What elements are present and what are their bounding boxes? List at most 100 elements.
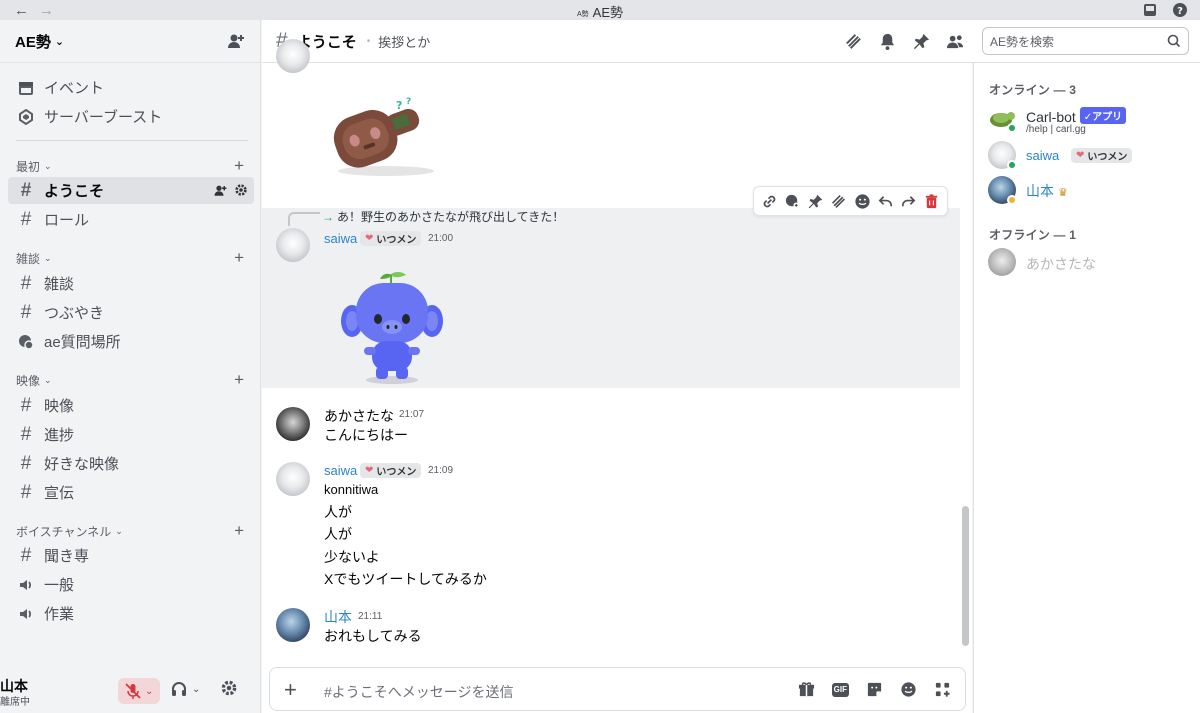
hash-icon: # (20, 272, 32, 294)
member-item[interactable]: あかさたな (988, 248, 1188, 278)
sidebar-item-events[interactable]: イベント (8, 74, 254, 101)
online-status-icon (1007, 160, 1017, 170)
crown-icon: ♛ (1058, 187, 1068, 199)
member-item[interactable]: saiwa ❤ いつメン (988, 141, 1188, 171)
message-author[interactable]: saiwa (324, 463, 357, 478)
forum-icon (16, 334, 36, 350)
emoji-reaction-icon[interactable] (854, 193, 871, 210)
members-icon[interactable] (946, 32, 965, 51)
sidebar-item-channel-progress[interactable]: # 進捗 (8, 421, 254, 448)
help-icon[interactable]: ? (1172, 2, 1188, 18)
forward-icon[interactable] (900, 193, 917, 210)
emoji-icon[interactable] (900, 681, 917, 698)
headphones-icon (172, 682, 186, 696)
svg-text:?: ? (396, 99, 402, 112)
message-text: 人が (324, 526, 352, 542)
scrollbar[interactable] (962, 506, 969, 646)
search-icon (1167, 34, 1181, 48)
category-first[interactable]: 最初 ⌄ + (16, 156, 248, 176)
threads-icon[interactable] (830, 193, 847, 210)
gift-icon[interactable] (798, 681, 815, 698)
message-timestamp: 21:07 (399, 409, 425, 420)
server-sidebar: AE勢 ⌄ イベント サーバーブースト 最初 ⌄ + # ようこそ # ロール 雑談 ⌄ … (0, 20, 261, 713)
category-video[interactable]: 映像 ⌄ + (16, 370, 248, 390)
message-text: 人が (324, 504, 352, 520)
delete-trash-icon[interactable] (923, 193, 940, 210)
sidebar-item-channel-listen-only[interactable]: # 聞き専 (8, 542, 254, 569)
add-channel-icon[interactable]: + (234, 521, 244, 541)
invite-people-icon[interactable] (213, 183, 228, 198)
link-icon[interactable] (761, 193, 778, 210)
add-channel-icon[interactable]: + (234, 156, 244, 176)
hash-icon: # (20, 481, 32, 503)
category-voice[interactable]: ボイスチャンネル ⌄ + (16, 521, 248, 541)
sidebar-item-channel-promo[interactable]: # 宣伝 (8, 479, 254, 506)
add-channel-icon[interactable]: + (234, 370, 244, 390)
avatar[interactable] (276, 39, 310, 73)
server-name[interactable]: AE勢 ⌄ (15, 31, 226, 52)
user-settings-gear-icon[interactable] (220, 679, 238, 697)
inbox-icon[interactable] (1142, 2, 1158, 18)
sidebar-item-server-boost[interactable]: サーバーブースト (8, 103, 254, 130)
chevron-down-icon: ⌄ (44, 374, 52, 385)
gif-icon[interactable]: GIF (831, 682, 849, 697)
message-area: ? ? → あ！野生のあかさたなが飛び出してきた！ saiwa ❤ いつメン 21:… (262, 39, 972, 713)
pin-icon[interactable] (807, 193, 824, 210)
member-item[interactable]: Carl-bot ✓アプリ /help | carl.gg (988, 104, 1188, 135)
user-panel: 山本 離席中 ⌄ ⌄ (0, 648, 261, 713)
message-author[interactable]: あかさたな (324, 406, 394, 426)
message-text: konnitiwa (324, 482, 379, 497)
channel-topic[interactable]: 挨拶とか (378, 32, 430, 51)
message-author[interactable]: 山本 (324, 607, 352, 627)
thread-reply-icon[interactable] (784, 193, 801, 210)
mute-button[interactable]: ⌄ (118, 678, 160, 704)
sidebar-item-channel-favorite-videos[interactable]: # 好きな映像 (8, 450, 254, 477)
avatar (988, 248, 1016, 276)
server-header[interactable]: AE勢 ⌄ (0, 20, 260, 63)
add-channel-icon[interactable]: + (234, 248, 244, 268)
pin-icon[interactable] (912, 32, 931, 51)
chevron-down-icon[interactable]: ⌄ (192, 684, 200, 695)
avatar[interactable] (276, 462, 310, 496)
speaker-icon (16, 606, 36, 622)
reply-preview[interactable]: → あ！野生のあかさたなが飛び出してきた！ (322, 208, 564, 225)
attach-plus-icon[interactable]: + (284, 677, 297, 703)
sidebar-item-channel-ae-questions[interactable]: ae質問場所 (8, 328, 254, 355)
sticker-image (341, 272, 443, 384)
hash-icon: # (20, 301, 32, 323)
role-badge: ❤ いつメン (360, 231, 422, 246)
member-activity: /help | carl.gg (1026, 124, 1086, 135)
idle-status-icon (1007, 195, 1017, 205)
sidebar-item-channel-welcome[interactable]: # ようこそ (8, 177, 254, 204)
app-badge: ✓アプリ (1079, 107, 1127, 124)
deafen-button[interactable]: ⌄ (170, 680, 200, 698)
message-text: こんにちはー (324, 427, 408, 443)
message-input[interactable]: #ようこそへメッセージを送信 (324, 682, 514, 702)
category-chat[interactable]: 雑談 ⌄ + (16, 248, 248, 268)
search-input[interactable]: AE勢を検索 (982, 27, 1189, 55)
chevron-down-icon: ⌄ (44, 160, 52, 171)
avatar[interactable] (276, 407, 310, 441)
user-status: 離席中 (0, 697, 30, 708)
sidebar-item-channel-video[interactable]: # 映像 (8, 392, 254, 419)
avatar[interactable] (276, 228, 310, 262)
avatar[interactable] (276, 608, 310, 642)
gear-icon[interactable] (234, 183, 248, 197)
member-item[interactable]: 山本 ♛ (988, 176, 1188, 206)
message-author[interactable]: saiwa (324, 231, 357, 246)
bell-icon[interactable] (878, 32, 897, 51)
chevron-down-icon[interactable]: ⌄ (145, 686, 153, 697)
sidebar-item-voice-work[interactable]: 作業 (8, 600, 254, 627)
invite-people-icon[interactable] (226, 31, 246, 51)
message-timestamp: 21:09 (428, 465, 454, 476)
threads-icon[interactable] (844, 32, 863, 51)
message-composer[interactable]: + #ようこそへメッセージを送信 GIF (269, 667, 966, 711)
boost-icon (16, 108, 36, 125)
sidebar-item-voice-general[interactable]: 一般 (8, 571, 254, 598)
sidebar-item-channel-chat[interactable]: # 雑談 (8, 270, 254, 297)
sticker-icon[interactable] (866, 681, 883, 698)
sidebar-item-channel-tweets[interactable]: # つぶやき (8, 299, 254, 326)
apps-icon[interactable] (934, 681, 951, 698)
sidebar-item-channel-roles[interactable]: # ロール (8, 206, 254, 233)
reply-icon[interactable] (877, 193, 894, 210)
